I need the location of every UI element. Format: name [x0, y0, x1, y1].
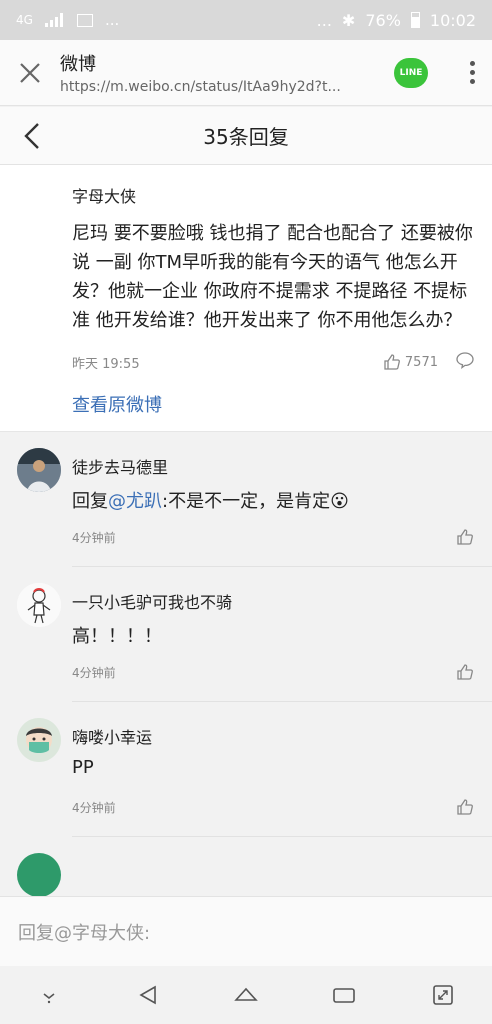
reply-username[interactable]: 嗨喽小幸运 [72, 724, 152, 748]
more-status-right: ... [316, 10, 332, 30]
reply-text: 回复@尤趴:不是不一定，是肯定😮 [72, 487, 349, 513]
avatar[interactable] [17, 448, 61, 492]
recent-apps-icon[interactable] [324, 975, 364, 1015]
browser-title-area: 微博 https://m.weibo.cn/status/ItAa9hy2d?t… [60, 50, 394, 95]
network-type: 4G [16, 13, 33, 27]
thumbs-up-icon [384, 354, 400, 370]
clock: 10:02 [429, 10, 476, 30]
list-item: 嗨喽小幸运 PP 4分钟前 [0, 702, 492, 837]
list-item: 一只小毛驴可我也不骑 高！！！！ 4分钟前 [0, 567, 492, 702]
avatar[interactable] [17, 583, 61, 627]
reply-prefix: 回复 [72, 491, 108, 512]
like-count: 7571 [404, 354, 438, 370]
url-text: https://m.weibo.cn/status/ItAa9hy2d?t... [60, 79, 341, 95]
battery-percent: 76% [365, 10, 401, 30]
comment-thread: 10 字母大侠 尼玛 要不要脸哦 钱也捐了 配合也配合了 还要被你说 一副 你T… [0, 165, 492, 896]
home-icon[interactable] [226, 975, 266, 1015]
reply-time: 4分钟前 [72, 666, 116, 680]
reply-input[interactable]: 回复@字母大侠: [0, 896, 492, 966]
thumbs-up-icon[interactable] [456, 528, 474, 550]
thumbs-up-icon[interactable] [456, 798, 474, 820]
reply-time: 4分钟前 [72, 531, 116, 545]
back-icon[interactable] [128, 975, 168, 1015]
surprised-emoji-icon: 😮 [330, 491, 349, 512]
reply-username[interactable]: 一只小毛驴可我也不骑 [72, 589, 232, 613]
avatar[interactable] [17, 718, 61, 762]
page-title: 35条回复 [203, 125, 289, 149]
reply-text: PP [72, 757, 94, 778]
view-original-link[interactable]: 查看原微博 [72, 391, 474, 417]
more-menu-icon[interactable] [452, 61, 492, 84]
comment-username[interactable]: 字母大侠 [72, 183, 474, 207]
avatar[interactable] [17, 853, 61, 896]
list-item [0, 837, 492, 896]
system-navigation-bar [0, 966, 492, 1024]
back-arrow-icon[interactable] [14, 117, 50, 155]
browser-toolbar: 微博 https://m.weibo.cn/status/ItAa9hy2d?t… [0, 40, 492, 106]
reply-placeholder: 回复@字母大侠: [18, 922, 151, 944]
image-icon [76, 13, 93, 27]
bluetooth-icon: ✱ [341, 10, 356, 30]
comment-text: 尼玛 要不要脸哦 钱也捐了 配合也配合了 还要被你说 一副 你TM早听我的能有今… [72, 223, 473, 331]
reply-text: 高！！！！ [72, 626, 162, 647]
reply-username[interactable]: 徒步去马德里 [72, 454, 168, 478]
main-comment: 10 字母大侠 尼玛 要不要脸哦 钱也捐了 配合也配合了 还要被你说 一副 你T… [0, 165, 492, 432]
status-bar: 4G ... ... ✱ 76% 10:02 [0, 0, 492, 40]
close-icon[interactable] [0, 40, 60, 106]
thumbs-up-icon[interactable] [456, 663, 474, 685]
mention-link[interactable]: @尤趴 [108, 491, 162, 512]
more-status-left: ... [104, 11, 120, 29]
comment-icon[interactable] [456, 351, 474, 373]
line-share-icon[interactable]: LINE [394, 57, 428, 88]
site-title: 微博 [60, 54, 96, 75]
reply-body: :不是不一定，是肯定 [162, 491, 331, 512]
signal-icon [44, 13, 65, 27]
reply-time: 4分钟前 [72, 801, 116, 815]
comment-time: 昨天 19:55 [72, 356, 140, 372]
expand-icon[interactable] [423, 975, 463, 1015]
like-button[interactable]: 7571 [383, 353, 438, 371]
page-header: 35条回复 [0, 107, 492, 165]
list-item: 徒步去马德里 回复@尤趴:不是不一定，是肯定😮 4分钟前 [0, 432, 492, 567]
hide-keyboard-icon[interactable] [29, 975, 69, 1015]
battery-icon [410, 12, 420, 28]
